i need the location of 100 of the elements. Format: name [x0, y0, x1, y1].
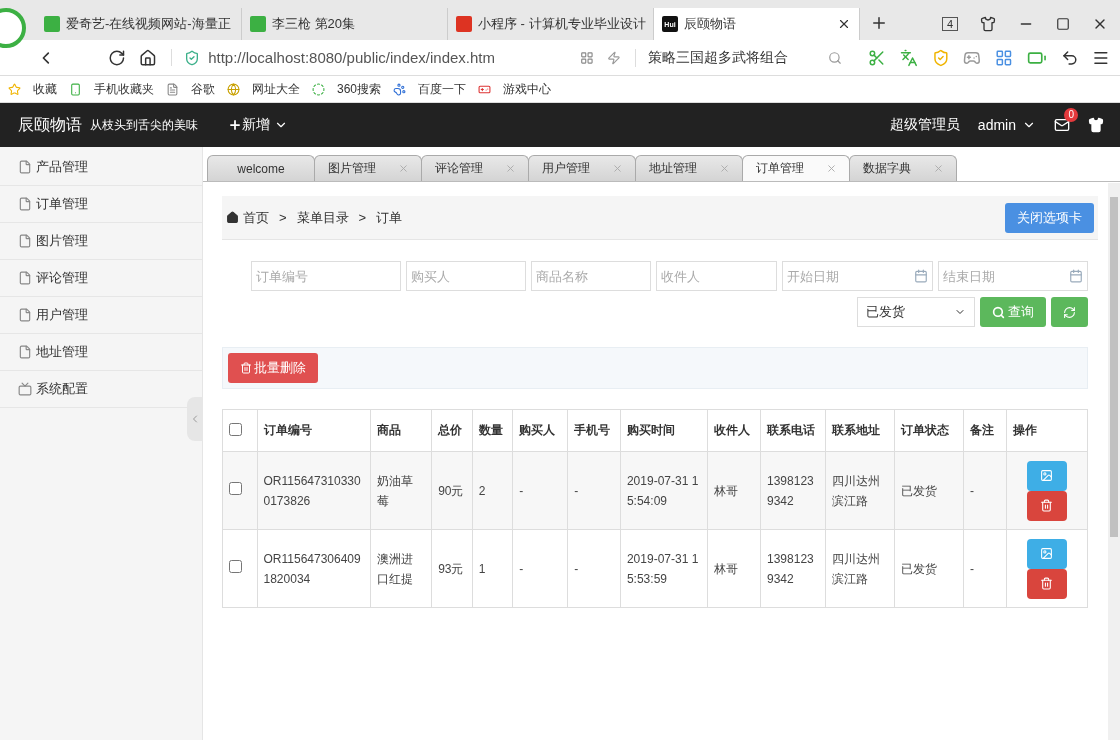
search-field[interactable]: 订单编号: [251, 261, 401, 291]
page-tab[interactable]: 地址管理: [635, 155, 743, 181]
document-icon: [18, 197, 32, 211]
plus-icon[interactable]: [228, 118, 242, 132]
paw-icon[interactable]: [393, 82, 407, 96]
undo-icon[interactable]: [1060, 48, 1079, 67]
table-cell: 四川达州滨江路: [825, 451, 895, 530]
scissors-icon[interactable]: [868, 48, 886, 67]
bookmark-link[interactable]: 360搜索: [337, 80, 382, 98]
tab-favicon-icon: [250, 16, 266, 32]
search-field[interactable]: 收件人: [656, 261, 777, 291]
lightning-icon[interactable]: [607, 50, 622, 65]
date-field[interactable]: 结束日期: [938, 261, 1088, 291]
document-icon: [18, 345, 32, 359]
document-icon: [18, 160, 32, 174]
shirt-icon[interactable]: [980, 16, 996, 32]
breadcrumb-link[interactable]: 订单: [376, 208, 403, 227]
user-menu[interactable]: admin: [977, 117, 1016, 133]
user-role: 超级管理员: [889, 116, 960, 134]
table-cell: -: [963, 451, 1007, 530]
brand-slogan: 从枝头到舌尖的美味: [90, 116, 198, 134]
delete-button[interactable]: [1026, 568, 1067, 599]
ring-icon[interactable]: [312, 82, 325, 96]
document-icon: [18, 308, 32, 322]
column-header: 订单编号: [257, 409, 371, 452]
calendar-icon[interactable]: [1069, 269, 1083, 283]
reload-icon[interactable]: [107, 48, 126, 67]
collapse-handle[interactable]: [187, 397, 203, 441]
table-cell: -: [567, 451, 621, 530]
home-icon[interactable]: [139, 48, 158, 67]
page-tab[interactable]: 订单管理: [742, 155, 850, 181]
table-cell: 四川达州滨江路: [825, 529, 895, 608]
page-tab[interactable]: welcome: [207, 155, 315, 181]
column-header: 联系地址: [825, 409, 895, 452]
table-cell: 90元: [431, 451, 473, 530]
shield-icon[interactable]: [931, 48, 950, 67]
bookmark-link[interactable]: 谷歌: [191, 80, 215, 98]
search-icon[interactable]: [828, 50, 843, 65]
sidebar-item[interactable]: 系统配置: [36, 380, 88, 398]
star-icon[interactable]: [8, 82, 21, 96]
add-menu[interactable]: 新增: [242, 116, 270, 134]
sidebar-item[interactable]: 用户管理: [36, 306, 88, 324]
breadcrumb-separator: >: [358, 210, 367, 225]
table-cell: 2019-07-31 15:54:09: [620, 451, 708, 530]
image-button[interactable]: [1026, 460, 1067, 491]
page-tab[interactable]: 图片管理: [314, 155, 422, 181]
sidebar-item[interactable]: 产品管理: [36, 158, 88, 176]
phone-icon[interactable]: [69, 82, 82, 96]
bookmark-link[interactable]: 百度一下: [418, 80, 467, 98]
grid-icon[interactable]: [579, 50, 594, 65]
search-field[interactable]: 购买人: [406, 261, 526, 291]
close-icon[interactable]: [837, 17, 851, 31]
page-tab[interactable]: 评论管理: [421, 155, 529, 181]
sidebar-item[interactable]: 地址管理: [36, 343, 88, 361]
calendar-icon[interactable]: [914, 269, 928, 283]
breadcrumb-link[interactable]: 菜单目录: [296, 208, 349, 227]
select-all-checkbox[interactable]: [229, 422, 242, 436]
sidebar-item[interactable]: 订单管理: [36, 195, 88, 213]
new-tab-icon[interactable]: [870, 14, 888, 32]
globe-icon[interactable]: [227, 82, 240, 96]
search-field[interactable]: 策略三国超多武将组合: [648, 48, 789, 67]
address-field[interactable]: http://localhost:8080/public/index/index.htm: [208, 49, 496, 66]
table-cell: -: [567, 529, 621, 608]
batch-delete-button[interactable]: 批量删除: [228, 353, 318, 383]
page-tab[interactable]: 用户管理: [528, 155, 636, 181]
translate-icon[interactable]: [899, 48, 918, 67]
window-count[interactable]: 4: [941, 17, 958, 31]
trash-icon: [240, 362, 252, 374]
page-tab[interactable]: 数据字典: [849, 155, 957, 181]
table-cell: -: [512, 529, 568, 608]
table-cell: 林哥: [707, 529, 761, 608]
scrollbar-thumb[interactable]: [1110, 197, 1118, 537]
row-checkbox[interactable]: [229, 559, 242, 573]
trash-icon: [1040, 577, 1054, 590]
sidebar-item[interactable]: 评论管理: [36, 269, 88, 287]
maximize-icon[interactable]: [1056, 17, 1070, 31]
image-button[interactable]: [1026, 538, 1067, 569]
bookmark-link[interactable]: 游戏中心: [503, 80, 552, 98]
sidebar-item[interactable]: 图片管理: [36, 232, 88, 250]
apps-icon[interactable]: [995, 48, 1013, 67]
table-cell: -: [512, 451, 568, 530]
column-header: 收件人: [707, 409, 761, 452]
row-checkbox[interactable]: [229, 481, 242, 495]
breadcrumb-link[interactable]: 首页: [243, 208, 269, 227]
bookmark-link[interactable]: 手机收藏夹: [94, 80, 154, 98]
document-icon: [18, 271, 32, 285]
bookmark-link[interactable]: 网址大全: [252, 80, 300, 98]
image-icon: [1040, 469, 1054, 482]
date-field[interactable]: 开始日期: [782, 261, 933, 291]
refresh-button[interactable]: [1051, 297, 1088, 327]
document-icon[interactable]: [166, 82, 179, 96]
status-select[interactable]: 已发货: [857, 297, 975, 327]
search-field[interactable]: 商品名称: [531, 261, 651, 291]
trash-icon: [1040, 499, 1054, 512]
bookmark-link[interactable]: 收藏: [33, 80, 57, 98]
mail-icon[interactable]: [1054, 117, 1070, 133]
table-cell: 13981239342: [760, 529, 826, 608]
delete-button[interactable]: [1026, 490, 1067, 521]
table-cell: 1: [472, 529, 513, 608]
message-count: 0: [1064, 108, 1078, 122]
